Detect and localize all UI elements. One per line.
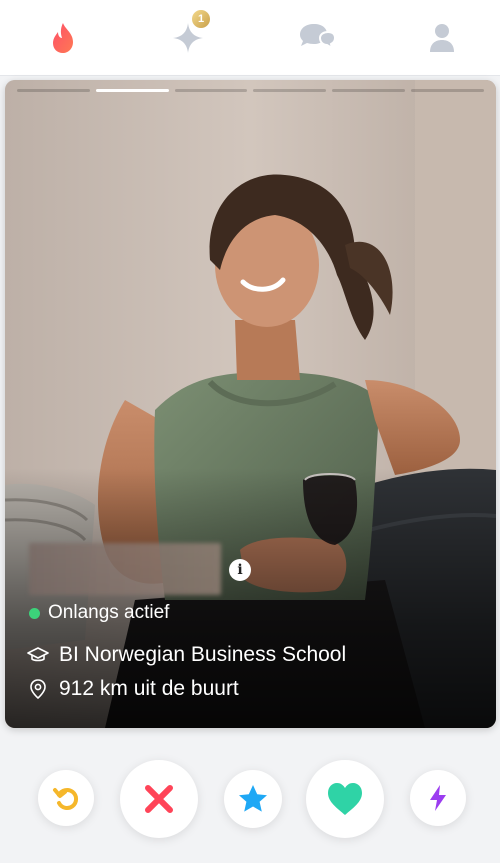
undo-icon	[53, 788, 79, 810]
photo-indicator[interactable]	[253, 89, 327, 92]
info-button[interactable]: i	[229, 559, 251, 581]
profile-icon	[430, 24, 454, 52]
location-pin-icon	[30, 679, 46, 700]
photo-indicator[interactable]	[411, 89, 484, 92]
photo-indicator[interactable]	[17, 89, 90, 92]
bolt-icon	[430, 785, 446, 811]
photo-indicator[interactable]	[174, 89, 248, 92]
nav-tab-gold[interactable]: 1	[166, 8, 212, 60]
x-icon	[145, 785, 173, 813]
flame-icon	[53, 23, 73, 53]
nav-tab-discover[interactable]	[41, 16, 85, 60]
activity-status: Onlangs actief	[29, 602, 169, 624]
distance-row: 912 km uit de buurt	[27, 677, 239, 701]
photo-progress	[17, 89, 484, 93]
info-icon: i	[237, 562, 243, 578]
name-age-redacted	[29, 543, 221, 595]
super-like-button[interactable]	[224, 770, 282, 828]
top-navigation: 1	[0, 0, 500, 76]
nav-tab-profile[interactable]	[420, 16, 464, 60]
profile-card[interactable]: i Onlangs actief BI Norwegian Business S…	[5, 80, 496, 728]
school-text: BI Norwegian Business School	[59, 643, 347, 666]
nope-button[interactable]	[120, 760, 198, 838]
notification-badge: 1	[190, 8, 212, 30]
online-dot-icon	[29, 607, 40, 619]
photo-indicator[interactable]	[332, 89, 406, 92]
like-button[interactable]	[306, 760, 384, 838]
nav-tab-messages[interactable]	[294, 16, 338, 60]
status-text: Onlangs actief	[48, 602, 170, 623]
heart-icon	[328, 783, 362, 815]
photo-indicator-active[interactable]	[95, 89, 169, 92]
star-icon	[239, 785, 267, 812]
rewind-button[interactable]	[38, 770, 94, 826]
distance-text: 912 km uit de buurt	[59, 677, 239, 700]
graduation-cap-icon	[27, 647, 49, 662]
school-row: BI Norwegian Business School	[27, 643, 346, 667]
boost-button[interactable]	[410, 770, 466, 826]
action-bar	[0, 742, 500, 852]
chat-icon	[300, 24, 336, 51]
